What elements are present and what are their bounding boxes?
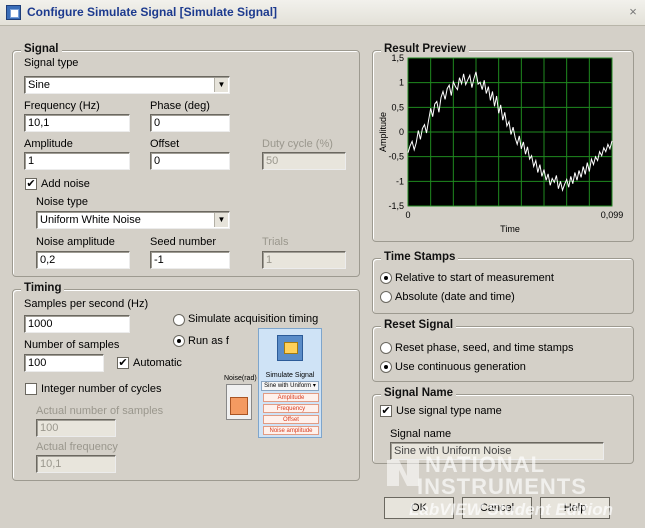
dialog-icon	[6, 5, 21, 20]
timing-legend: Timing	[21, 282, 65, 294]
y-tick-label: 1,5	[391, 53, 404, 63]
signal-name-input: Sine with Uniform Noise	[390, 442, 604, 460]
run-as-fast-label: Run as f	[188, 335, 229, 347]
node-terminal: Frequency	[263, 404, 319, 413]
noise-terminal-block	[226, 384, 252, 420]
x-axis-label: Time	[500, 224, 520, 234]
actual-frequency-input: 10,1	[36, 455, 116, 473]
reset-phase-label: Reset phase, seed, and time stamps	[395, 342, 574, 354]
amplitude-label: Amplitude	[24, 138, 73, 150]
integer-cycles-checkbox[interactable]	[25, 383, 37, 395]
chevron-down-icon[interactable]: ▼	[214, 213, 228, 227]
duty-cycle-label: Duty cycle (%)	[262, 138, 333, 150]
close-icon[interactable]: ×	[625, 4, 641, 20]
actual-samples-label: Actual number of samples	[36, 405, 164, 417]
continuous-generation-radio[interactable]	[380, 361, 392, 373]
node-terminal: Offset	[263, 415, 319, 424]
noise-terminal-label: Noise(rad)	[224, 375, 257, 382]
y-tick-label: -1,5	[388, 201, 404, 211]
time-stamps-legend: Time Stamps	[381, 251, 459, 263]
y-tick-label: -0,5	[388, 152, 404, 162]
noise-type-value: Uniform White Noise	[40, 214, 141, 226]
use-type-name-checkbox[interactable]: ✔	[380, 405, 392, 417]
reset-signal-legend: Reset Signal	[381, 319, 457, 331]
frequency-input[interactable]: 10,1	[24, 114, 130, 132]
signal-legend: Signal	[21, 43, 62, 55]
continuous-generation-label: Use continuous generation	[395, 361, 526, 373]
signal-type-select[interactable]: Sine ▼	[24, 76, 230, 94]
simulate-signal-icon	[277, 335, 303, 361]
title-bar: Configure Simulate Signal [Simulate Sign…	[0, 0, 645, 26]
phase-label: Phase (deg)	[150, 100, 210, 112]
frequency-label: Frequency (Hz)	[24, 100, 100, 112]
reset-signal-group: Reset Signal	[372, 319, 634, 382]
offset-input[interactable]: 0	[150, 152, 230, 170]
trials-input: 1	[262, 251, 346, 269]
signal-type-value: Sine	[28, 79, 51, 91]
seed-number-label: Seed number	[150, 236, 217, 248]
simulate-acquisition-label: Simulate acquisition timing	[188, 313, 319, 325]
signal-name-label: Signal name	[390, 428, 452, 440]
result-preview-chart: 1,510,50-0,5-1-1,50 0,099TimeAmplitude	[378, 53, 624, 234]
y-axis-label: Amplitude	[378, 112, 388, 152]
y-tick-label: 1	[399, 78, 404, 88]
integer-cycles-label: Integer number of cycles	[41, 383, 162, 395]
run-as-fast-radio[interactable]	[173, 335, 185, 347]
node-subtitle: Sine with Uniform ▾	[261, 381, 319, 391]
add-noise-label: Add noise	[41, 178, 90, 190]
chevron-down-icon[interactable]: ▼	[214, 78, 228, 92]
amplitude-input[interactable]: 1	[24, 152, 130, 170]
y-tick-label: 0,5	[391, 102, 404, 112]
ok-button[interactable]: OK	[384, 497, 454, 519]
time-stamps-group: Time Stamps	[372, 251, 634, 314]
terminal-icon	[230, 397, 248, 415]
number-of-samples-label: Number of samples	[24, 339, 120, 351]
relative-timestamp-label: Relative to start of measurement	[395, 272, 554, 284]
node-terminal: Amplitude	[263, 393, 319, 402]
add-noise-checkbox[interactable]: ✔	[25, 178, 37, 190]
noise-type-select[interactable]: Uniform White Noise ▼	[36, 211, 230, 229]
node-title: Simulate Signal	[265, 372, 315, 379]
offset-label: Offset	[150, 138, 180, 150]
samples-per-second-label: Samples per second (Hz)	[24, 298, 149, 310]
y-tick-label: -1	[396, 176, 404, 186]
help-button[interactable]: Help	[540, 497, 610, 519]
automatic-checkbox[interactable]: ✔	[117, 357, 129, 369]
cancel-button[interactable]: Cancel	[462, 497, 532, 519]
reset-phase-radio[interactable]	[380, 342, 392, 354]
actual-samples-input: 100	[36, 419, 116, 437]
x-tick-label: 0,099	[601, 210, 624, 220]
automatic-label: Automatic	[133, 357, 182, 369]
y-tick-label: 0	[399, 127, 404, 137]
noise-amplitude-input[interactable]: 0,2	[36, 251, 130, 269]
signal-type-label: Signal type	[24, 57, 79, 69]
absolute-timestamp-label: Absolute (date and time)	[395, 291, 515, 303]
signal-name-legend: Signal Name	[381, 387, 457, 399]
phase-input[interactable]: 0	[150, 114, 230, 132]
actual-frequency-label: Actual frequency	[36, 441, 118, 453]
number-of-samples-input[interactable]: 100	[24, 354, 104, 372]
window-title: Configure Simulate Signal [Simulate Sign…	[27, 5, 278, 19]
absolute-timestamp-radio[interactable]	[380, 291, 392, 303]
node-terminal: Noise amplitude	[263, 426, 319, 435]
x-tick-label: 0	[405, 210, 410, 220]
samples-per-second-input[interactable]: 1000	[24, 315, 130, 333]
use-type-name-label: Use signal type name	[396, 405, 502, 417]
seed-number-input[interactable]: -1	[150, 251, 230, 269]
noise-amplitude-label: Noise amplitude	[36, 236, 115, 248]
noise-type-label: Noise type	[36, 196, 88, 208]
relative-timestamp-radio[interactable]	[380, 272, 392, 284]
simulate-signal-node: Simulate Signal Sine with Uniform ▾ Ampl…	[258, 328, 322, 438]
simulate-acquisition-radio[interactable]	[173, 314, 185, 326]
duty-cycle-input: 50	[262, 152, 346, 170]
trials-label: Trials	[262, 236, 289, 248]
